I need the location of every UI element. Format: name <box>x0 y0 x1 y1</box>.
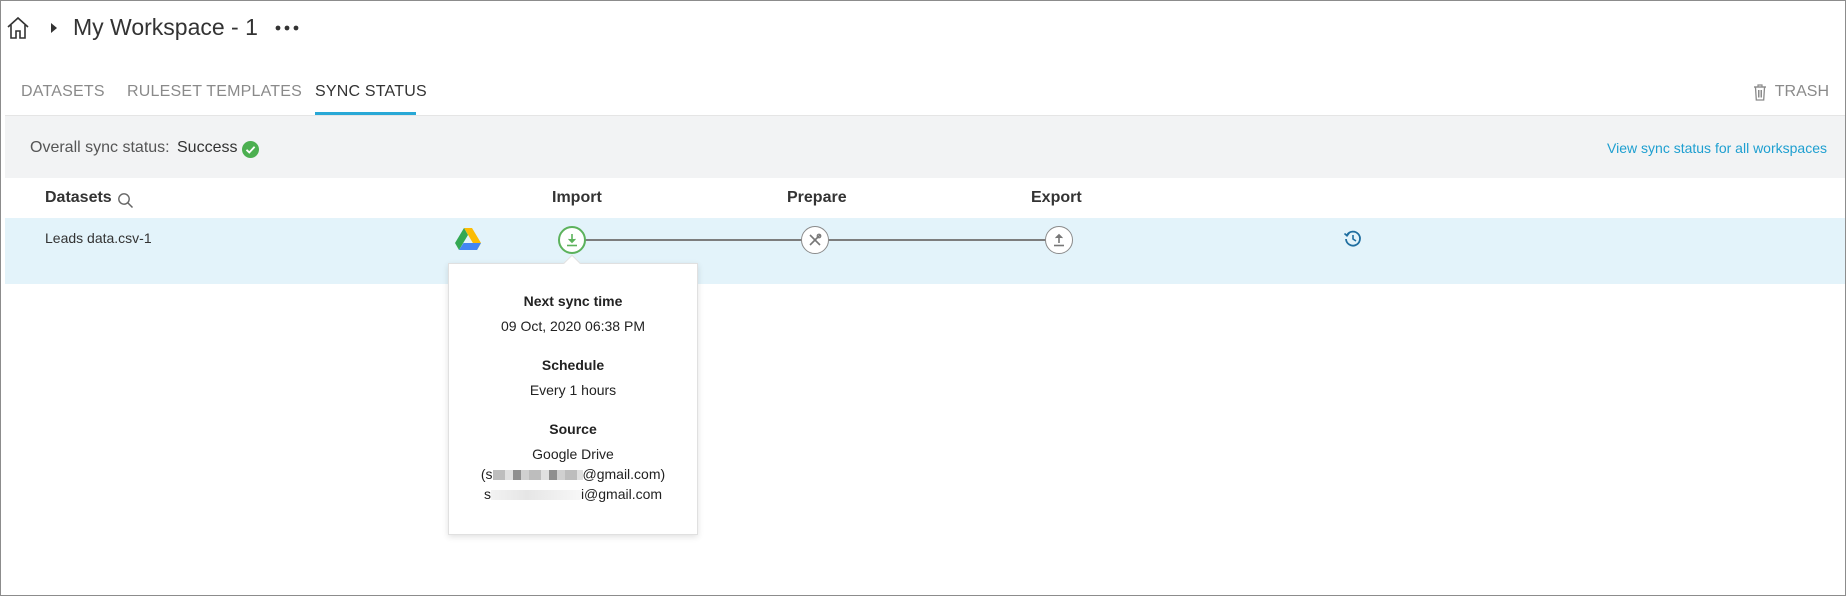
source-account-prefix: (s <box>480 466 493 482</box>
prepare-stage-button[interactable] <box>801 226 829 254</box>
next-sync-value: 09 Oct, 2020 06:38 PM <box>501 318 645 334</box>
tab-sync-status[interactable]: SYNC STATUS <box>315 83 427 101</box>
upload-icon <box>1054 233 1064 247</box>
home-icon[interactable] <box>5 15 31 41</box>
check-circle-icon <box>242 141 259 158</box>
import-details-popover: Next sync time 09 Oct, 2020 06:38 PM Sch… <box>448 254 698 535</box>
trash-label: TRASH <box>1774 83 1829 100</box>
source-email-prefix: s <box>483 486 491 502</box>
next-sync-heading: Next sync time <box>523 293 623 309</box>
table-row[interactable]: Leads data.csv-1 <box>5 218 1845 284</box>
import-download-icon <box>567 234 577 247</box>
source-account-suffix: @gmail.com) <box>582 466 666 482</box>
view-all-workspaces-link[interactable]: View sync status for all workspaces <box>1607 140 1827 156</box>
sync-history-icon[interactable] <box>1343 229 1363 249</box>
search-icon[interactable] <box>117 192 134 209</box>
source-email-suffix: i@gmail.com <box>580 486 663 502</box>
app-frame: My Workspace - 1 DATASETS RULESET TEMPLA… <box>0 0 1846 596</box>
tools-icon <box>809 233 822 246</box>
table-header: Datasets Import Prepare Export <box>1 178 1845 218</box>
overall-status-label: Overall sync status: <box>30 139 170 156</box>
schedule-heading: Schedule <box>541 357 605 373</box>
google-drive-icon <box>455 228 481 250</box>
source-account: (s @gmail.com) <box>449 464 697 484</box>
schedule-section: Schedule Every 1 hours <box>449 355 697 400</box>
workspace-title: My Workspace - 1 <box>73 14 258 40</box>
source-heading: Source <box>549 421 597 437</box>
source-section: Source Google Drive (s @gmail.com) s i@gma… <box>449 419 697 504</box>
source-value: Google Drive <box>532 446 614 462</box>
column-datasets: Datasets <box>45 189 112 206</box>
tab-ruleset-templates[interactable]: RULESET TEMPLATES <box>127 83 302 101</box>
tab-datasets[interactable]: DATASETS <box>21 83 105 101</box>
redacted-text <box>492 470 583 481</box>
redacted-text <box>490 490 581 501</box>
source-email: s i@gmail.com <box>449 484 697 504</box>
overall-status-bar: Overall sync status: Success View sync s… <box>5 116 1845 178</box>
overall-status-value: Success <box>177 139 238 156</box>
header: My Workspace - 1 <box>1 1 1845 57</box>
caret-right-icon <box>51 23 57 33</box>
next-sync-section: Next sync time 09 Oct, 2020 06:38 PM <box>449 291 697 336</box>
column-export: Export <box>1031 189 1082 206</box>
export-stage-button[interactable] <box>1045 226 1073 254</box>
dataset-name[interactable]: Leads data.csv-1 <box>45 230 152 246</box>
column-prepare: Prepare <box>787 189 847 206</box>
schedule-value: Every 1 hours <box>529 382 617 398</box>
import-stage-button[interactable] <box>558 226 586 254</box>
tab-bar: DATASETS RULESET TEMPLATES SYNC STATUS T… <box>1 77 1845 117</box>
more-horizontal-icon[interactable] <box>275 21 299 35</box>
trash-button[interactable]: TRASH <box>1753 83 1829 101</box>
trash-icon <box>1753 83 1766 101</box>
column-import: Import <box>552 189 602 206</box>
